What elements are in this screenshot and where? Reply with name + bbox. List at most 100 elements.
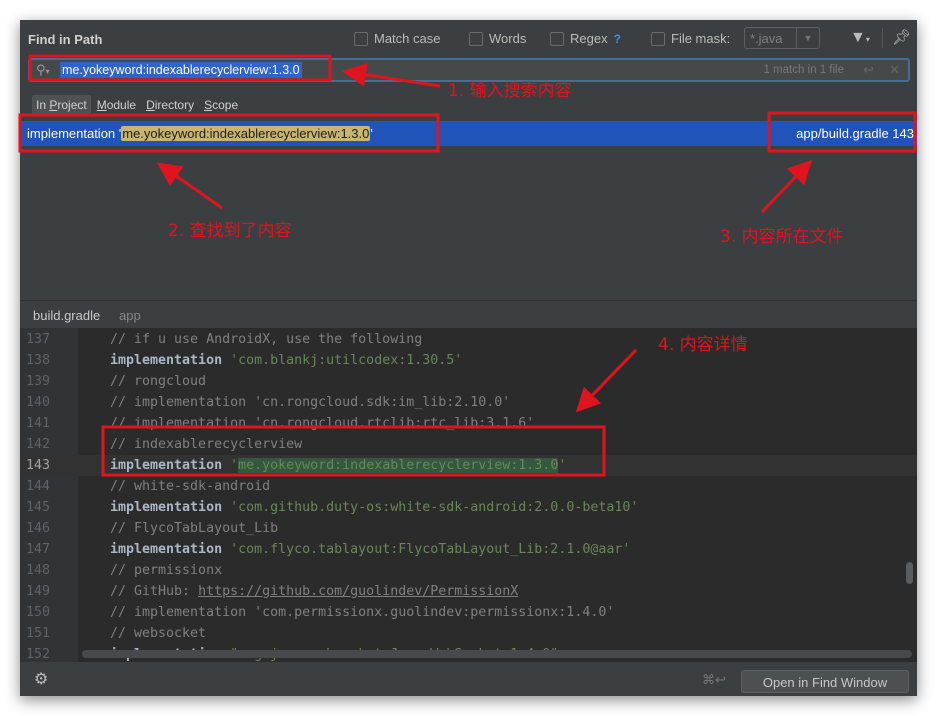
tab-label-part: M (96, 98, 107, 112)
code-line[interactable]: 140 // implementation 'cn.rongcloud.sdk:i… (20, 392, 917, 413)
match-case-checkbox[interactable]: Match case (354, 31, 440, 46)
code-token: // implementation 'com.permissionx.guoli… (110, 605, 615, 620)
search-value[interactable]: me.yokeyword:indexablerecyclerview:1.3.0 (60, 62, 302, 78)
match-case-label: Match case (374, 31, 441, 46)
code-text: implementation 'com.flyco.tablayout:Flyc… (110, 539, 630, 560)
tab-scope-2[interactable]: Directory (142, 95, 198, 115)
file-mask-value: *.java (750, 31, 783, 46)
bottom-bar: ⚙ ⌘↩ Open in Find Window (20, 662, 917, 696)
filter-icon[interactable]: ▼▾ (850, 29, 870, 47)
code-token: // implementation 'cn.rongcloud.sdk:im_l… (110, 395, 511, 410)
line-number: 148 (25, 563, 50, 578)
tab-label-part: In (36, 98, 50, 112)
words-checkbox[interactable]: Words (469, 31, 526, 46)
preview-module: app (119, 308, 141, 323)
code-preview[interactable]: 137 // if u use AndroidX, use the followi… (20, 328, 917, 662)
code-text: // implementation 'cn.rongcloud.rtclib:r… (110, 413, 534, 434)
line-number: 143 (25, 458, 50, 473)
code-token: // white-sdk-android (110, 479, 271, 494)
code-line[interactable]: 144 // white-sdk-android (20, 476, 917, 497)
checkbox-box[interactable] (651, 31, 665, 46)
vertical-scrollbar[interactable] (906, 562, 913, 584)
code-line[interactable]: 137 // if u use AndroidX, use the followi… (20, 329, 917, 350)
code-token: 'com.blankj:utilcodex:1.30.5' (230, 353, 463, 368)
line-number: 142 (25, 437, 50, 452)
code-line[interactable]: 146 // FlycoTabLayout_Lib (20, 518, 917, 539)
horizontal-scrollbar[interactable] (82, 650, 912, 658)
code-text: // websocket (110, 623, 206, 644)
regex-help-icon[interactable]: ? (614, 32, 621, 46)
code-line[interactable]: 145 implementation 'com.github.duty-os:wh… (20, 497, 917, 518)
line-number: 146 (25, 521, 50, 536)
tab-scope-3[interactable]: Scope (200, 95, 242, 115)
file-mask-label: File mask: (671, 31, 731, 46)
result-prefix: implementation ' (27, 126, 122, 141)
checkbox-box[interactable] (550, 31, 564, 46)
checkbox-box[interactable] (354, 31, 368, 46)
search-icon[interactable]: ⚲▾ (36, 62, 50, 78)
code-token: ' (230, 458, 239, 473)
code-token: ' (558, 458, 567, 473)
code-line[interactable]: 150 // implementation 'com.permissionx.gu… (20, 602, 917, 623)
code-line[interactable]: 151 // websocket (20, 623, 917, 644)
code-text: implementation 'me.yokeyword:indexablere… (110, 455, 566, 476)
code-token: implementation (110, 500, 223, 515)
chevron-down-icon[interactable]: ▼ (796, 28, 819, 48)
result-suffix: ' (370, 126, 373, 141)
code-line[interactable]: 141 // implementation 'cn.rongcloud.rtcli… (20, 413, 917, 434)
preview-file: build.gradle (33, 308, 101, 323)
code-line[interactable]: 142 // indexablerecyclerview (20, 434, 917, 455)
preview-header: build.gradle app (20, 300, 917, 329)
code-text: // indexablerecyclerview (110, 434, 302, 455)
result-file: app/build.gradle 143 (796, 126, 914, 141)
tab-scope-0[interactable]: In Project (32, 95, 91, 115)
line-number: 141 (25, 416, 50, 431)
clear-icon[interactable]: ✕ (889, 62, 900, 78)
code-line[interactable]: 147 implementation 'com.flyco.tablayout:F… (20, 539, 917, 560)
code-text: // white-sdk-android (110, 476, 270, 497)
code-text: // implementation 'com.permissionx.guoli… (110, 602, 614, 623)
annotation-1: 1. 输入搜索内容 (448, 81, 572, 101)
checkbox-box[interactable] (469, 31, 483, 46)
file-mask-dropdown[interactable]: *.java ▼ (744, 27, 820, 49)
regex-checkbox[interactable]: Regex? (550, 31, 621, 46)
match-count: 1 match in 1 file (763, 64, 844, 76)
scope-tabs: In Project Module Directory Scope (32, 95, 242, 115)
code-line[interactable]: 148 // permissionx (20, 560, 917, 581)
code-token: // indexablerecyclerview (110, 437, 303, 452)
file-mask-checkbox[interactable]: File mask: (651, 31, 730, 46)
code-token: 'com.flyco.tablayout:FlycoTabLayout_Lib:… (230, 542, 631, 557)
line-number: 144 (25, 479, 50, 494)
line-number: 151 (25, 626, 50, 641)
code-line[interactable]: 143 implementation 'me.yokeyword:indexabl… (20, 455, 917, 476)
code-token: // if u use AndroidX, use the following (110, 332, 423, 347)
line-number: 137 (25, 332, 50, 347)
code-token: implementation (110, 353, 223, 368)
words-label: Words (489, 31, 527, 46)
gear-icon[interactable]: ⚙ (34, 669, 48, 689)
code-text: // if u use AndroidX, use the following (110, 329, 422, 350)
code-token: // permissionx (110, 563, 223, 578)
newline-icon[interactable]: ↩ (863, 62, 874, 78)
code-text: // permissionx (110, 560, 222, 581)
code-line[interactable]: 138 implementation 'com.blankj:utilcodex:… (20, 350, 917, 371)
line-number: 140 (25, 395, 50, 410)
code-token: // rongcloud (110, 374, 207, 389)
result-row[interactable]: implementation 'me.yokeyword:indexablere… (20, 121, 917, 146)
code-token: // websocket (110, 626, 207, 641)
pin-icon[interactable]: 📌︎ (892, 28, 911, 46)
tab-label-part: odule (106, 98, 137, 112)
open-in-find-window-button[interactable]: Open in Find Window (741, 670, 909, 693)
annotation-4: 4. 内容详情 (658, 335, 748, 355)
tab-label-part: roject (57, 98, 87, 112)
annotation-3: 3. 内容所在文件 (720, 227, 844, 247)
shortcut-hint: ⌘↩ (702, 672, 726, 687)
code-text: // GitHub: https://github.com/guolindev/… (110, 581, 518, 602)
code-line[interactable]: 149 // GitHub: https://github.com/guolind… (20, 581, 917, 602)
tab-scope-1[interactable]: Module (93, 95, 140, 115)
code-token: implementation (110, 458, 223, 473)
annotation-2: 2. 查找到了内容 (168, 221, 292, 241)
code-line[interactable]: 139 // rongcloud (20, 371, 917, 392)
